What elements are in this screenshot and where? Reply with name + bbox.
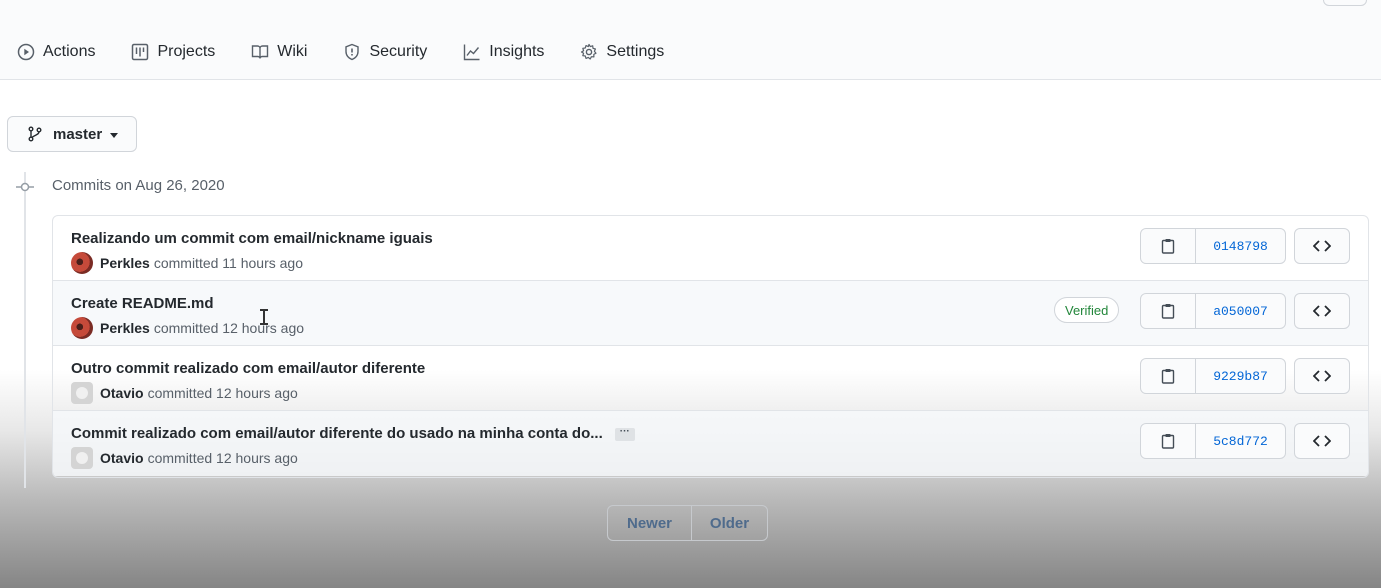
tab-insights[interactable]: Insights [463,40,544,64]
commit-list: Realizando um commit com email/nickname … [52,215,1369,478]
git-commit-icon [16,182,34,192]
sha-button-group: 9229b87 [1140,358,1286,394]
commit-meta: Perkles committed 11 hours ago [71,252,303,274]
tab-wiki-label: Wiki [277,43,308,60]
commit-message-link[interactable]: Realizando um commit com email/nickname … [71,230,433,247]
commit-message-link[interactable]: Create README.md [71,295,214,312]
commit-time: committed 11 hours ago [153,255,303,271]
repo-nav: Actions Projects Wiki Security Insights … [17,40,664,64]
browse-repo-button[interactable] [1294,423,1350,459]
commit-time: committed 12 hours ago [147,450,298,466]
expand-message-button[interactable]: ··· [614,426,635,441]
branch-label: master [53,125,103,143]
code-icon [1313,240,1331,252]
commit-group-title: Commits on Aug 26, 2020 [52,177,225,194]
author-link[interactable]: Perkles [100,320,150,336]
tab-actions-label: Actions [43,43,96,60]
tab-settings-label: Settings [606,43,665,60]
commit-sha-link[interactable]: 5c8d772 [1196,424,1285,458]
commit-row: Outro commit realizado com email/autor d… [53,346,1368,411]
commit-message-text: Commit realizado com email/autor diferen… [71,425,603,442]
clipboard-icon [1161,304,1175,319]
timeline-line [24,172,26,488]
code-icon [1313,370,1331,382]
browse-repo-button[interactable] [1294,228,1350,264]
author-link[interactable]: Perkles [100,255,150,271]
commit-sha-link[interactable]: a050007 [1196,294,1285,328]
avatar[interactable] [71,447,93,469]
verified-badge[interactable]: Verified [1054,297,1120,323]
commit-message-link[interactable]: Commit realizado com email/autor diferen… [71,425,635,442]
sha-button-group: 0148798 [1140,228,1286,264]
project-icon [132,43,149,61]
browse-repo-button[interactable] [1294,358,1350,394]
commit-message-link[interactable]: Outro commit realizado com email/autor d… [71,360,425,377]
tab-wiki[interactable]: Wiki [251,40,307,64]
clipboard-icon [1161,434,1175,449]
copy-sha-button[interactable] [1141,359,1196,393]
tab-projects-label: Projects [157,43,216,60]
pagination: Newer Older [607,505,768,541]
commit-row: Create README.md Perkles committed 12 ho… [53,281,1368,346]
text-cursor-icon [260,309,268,325]
avatar[interactable] [71,317,93,339]
commit-sha-link[interactable]: 0148798 [1196,229,1285,263]
browse-repo-button[interactable] [1294,293,1350,329]
header-corner-button[interactable] [1323,0,1367,6]
clipboard-icon [1161,239,1175,254]
author-link[interactable]: Otavio [100,450,144,466]
tab-projects[interactable]: Projects [131,40,215,64]
tab-actions[interactable]: Actions [17,40,95,64]
older-button[interactable]: Older [692,506,767,540]
code-icon [1313,435,1331,447]
newer-button[interactable]: Newer [608,506,692,540]
avatar[interactable] [71,252,93,274]
commit-meta: Perkles committed 12 hours ago [71,317,304,339]
tab-insights-label: Insights [489,43,545,60]
tab-security[interactable]: Security [343,40,427,64]
sha-button-group: a050007 [1140,293,1286,329]
commit-row: Realizando um commit com email/nickname … [53,216,1368,281]
clipboard-icon [1161,369,1175,384]
caret-down-icon [110,132,119,138]
gear-icon [581,43,598,60]
play-icon [17,43,35,61]
shield-icon [345,43,360,61]
commit-meta: Otavio committed 12 hours ago [71,447,298,469]
copy-sha-button[interactable] [1141,229,1196,263]
git-branch-icon [28,126,42,142]
author-link[interactable]: Otavio [100,385,144,401]
graph-icon [464,44,480,61]
avatar[interactable] [71,382,93,404]
branch-select-button[interactable]: master [7,116,137,152]
code-icon [1313,305,1331,317]
commit-sha-link[interactable]: 9229b87 [1196,359,1285,393]
tab-security-label: Security [369,43,428,60]
commit-meta: Otavio committed 12 hours ago [71,382,298,404]
sha-button-group: 5c8d772 [1140,423,1286,459]
copy-sha-button[interactable] [1141,424,1196,458]
commit-row: Commit realizado com email/autor diferen… [53,411,1368,476]
commit-time: committed 12 hours ago [153,320,305,336]
copy-sha-button[interactable] [1141,294,1196,328]
commit-time: committed 12 hours ago [147,385,298,401]
tab-settings[interactable]: Settings [580,40,664,64]
book-icon [252,45,269,59]
